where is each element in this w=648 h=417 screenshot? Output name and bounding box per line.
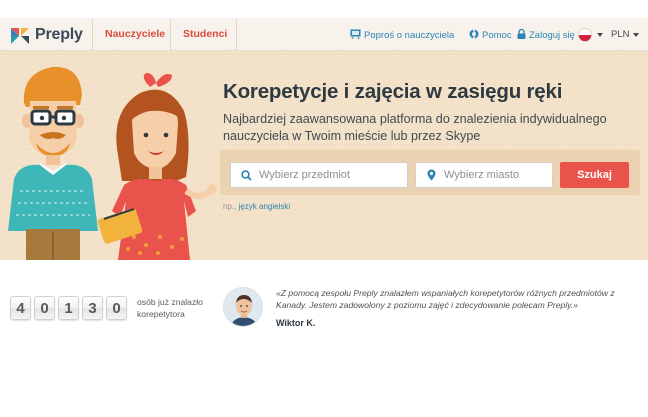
nav-divider — [92, 18, 93, 51]
help-label: Pomoc — [482, 30, 512, 41]
tab-nauczyciele[interactable]: Nauczyciele — [105, 28, 165, 40]
chevron-down-icon — [597, 33, 603, 37]
city-placeholder: Wybierz miasto — [444, 169, 520, 181]
nav-divider — [170, 18, 171, 51]
subject-field[interactable]: Wybierz przedmiot — [230, 162, 408, 188]
hero-subtitle: Najbardziej zaawansowana platforma do zn… — [223, 112, 607, 143]
testimonial-quote: «Z pomocą zespołu Preply znalazłem wspan… — [276, 288, 615, 310]
example-link[interactable]: język angielski — [239, 202, 291, 211]
currency-selector[interactable]: PLN — [611, 29, 640, 40]
login-label: Zaloguj się — [529, 30, 575, 41]
top-strip — [0, 0, 648, 18]
example-prefix: np., — [223, 202, 237, 211]
nav-divider — [236, 18, 237, 51]
avatar — [223, 287, 263, 327]
search-example: np., język angielski — [223, 202, 290, 211]
tab-studenci[interactable]: Studenci — [183, 28, 227, 40]
user-photo-icon — [224, 288, 262, 326]
subject-placeholder: Wybierz przedmiot — [259, 169, 350, 181]
currency-label: PLN — [611, 29, 630, 40]
login-link[interactable]: Zaloguj się — [517, 28, 575, 42]
city-field[interactable]: Wybierz miasto — [415, 162, 553, 188]
logo-text: Preply — [35, 26, 83, 43]
page: Preply Nauczyciele Studenci Poproś o nau… — [0, 0, 648, 417]
language-selector[interactable] — [578, 28, 604, 42]
map-pin-icon — [422, 169, 440, 181]
request-teacher-link[interactable]: Poproś o nauczyciela — [350, 29, 454, 42]
hero-title: Korepetycje i zajęcia w zasięgu ręki — [223, 80, 563, 103]
board-icon — [350, 29, 361, 42]
man-figure — [8, 66, 98, 260]
teachers-illustration — [8, 66, 217, 260]
logo[interactable]: Preply — [10, 24, 83, 46]
counter-digit: 3 — [82, 296, 103, 320]
lifebuoy-icon — [469, 29, 479, 42]
woman-figure — [97, 73, 217, 260]
navbar: Preply Nauczyciele Studenci Poproś o nau… — [0, 18, 648, 51]
hero-section: Korepetycje i zajęcia w zasięgu ręki Naj… — [0, 51, 648, 260]
counter-digit: 4 — [10, 296, 31, 320]
counter-digit: 0 — [34, 296, 55, 320]
chevron-down-icon — [633, 32, 640, 37]
testimonial-author: Wiktor K. — [276, 318, 316, 328]
search-icon — [237, 169, 255, 181]
lock-icon — [517, 28, 526, 42]
students-counter: 4 0 1 3 0 — [10, 296, 130, 320]
preply-logo-icon — [10, 25, 30, 45]
counter-label: osób już znalazło korepetytora — [137, 297, 203, 319]
help-link[interactable]: Pomoc — [469, 29, 512, 42]
counter-digit: 0 — [106, 296, 127, 320]
poland-flag-icon — [578, 28, 592, 42]
request-teacher-label: Poproś o nauczyciela — [364, 30, 455, 41]
search-button[interactable]: Szukaj — [560, 162, 629, 188]
counter-digit: 1 — [58, 296, 79, 320]
